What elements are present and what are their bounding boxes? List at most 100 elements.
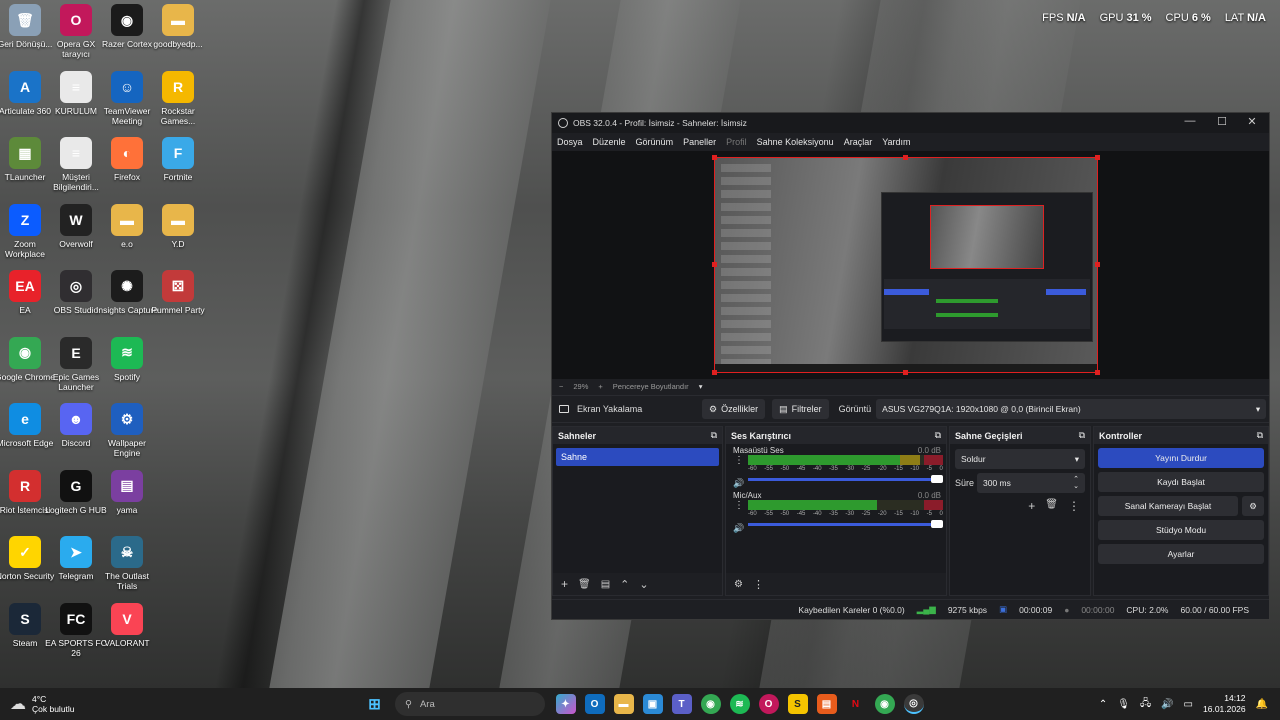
resize-handle[interactable] [1095, 155, 1100, 160]
settings-button[interactable]: Ayarlar [1098, 544, 1264, 564]
resize-handle[interactable] [712, 370, 717, 375]
speaker-icon[interactable]: 🔊 [733, 523, 744, 534]
studio-mode-button[interactable]: Stüdyo Modu [1098, 520, 1264, 540]
transition-select[interactable]: Soldur ▾ [955, 449, 1085, 469]
app-icon: ◐ [111, 137, 143, 169]
minimize-icon[interactable]: — [1175, 115, 1205, 131]
menu-view[interactable]: Görünüm [636, 137, 674, 147]
desktop-shortcut[interactable]: ⚙ Wallpaper Engine [96, 403, 158, 458]
more-options-icon[interactable]: ⋮ [734, 500, 744, 511]
undock-icon[interactable]: ⧉ [1257, 430, 1263, 441]
obs-studio-icon[interactable]: ◎ [903, 694, 924, 714]
preview-canvas[interactable] [552, 151, 1269, 379]
resize-handle[interactable] [712, 262, 717, 267]
menu-docks[interactable]: Paneller [683, 137, 716, 147]
trash-icon[interactable]: 🗑 [1045, 499, 1058, 513]
duration-spinbox[interactable]: 300 ms ⌃ ⌄ [977, 473, 1085, 493]
desktop-shortcut[interactable]: ☠ The Outlast Trials [96, 536, 158, 591]
desktop-shortcut[interactable]: R Rockstar Games... [147, 70, 209, 126]
display-select[interactable]: ASUS VG279Q1A: 1920x1080 @ 0,0 (Birincil… [876, 399, 1267, 419]
undock-icon[interactable]: ⧉ [1079, 430, 1085, 441]
chevron-up-icon[interactable]: ⌃ [1099, 699, 1107, 710]
meter-scale-tick: -15 [894, 466, 903, 472]
obs-title-bar[interactable]: OBS 32.0.4 - Profil: İsimsiz - Sahneler:… [552, 113, 1269, 133]
volume-slider-knob[interactable] [931, 475, 943, 483]
desktop-shortcut[interactable]: ⚄ Pummel Party [147, 270, 209, 315]
volume-slider[interactable] [748, 475, 943, 483]
obs-window[interactable]: OBS 32.0.4 - Profil: İsimsiz - Sahneler:… [551, 112, 1270, 620]
add-icon[interactable]: + [1028, 499, 1035, 513]
move-up-icon[interactable]: ⌃ [620, 578, 629, 591]
desktop-shortcut[interactable]: F Fortnite [147, 137, 209, 182]
desktop-shortcut[interactable]: ▬ Y.D [147, 203, 209, 249]
windows-start-icon[interactable]: ⊞ [365, 694, 385, 714]
meter-scale: -60 -55 -50 -45 -40 -35 -30 -25 -20 -15 -10 -5 0 [748, 466, 943, 472]
stop-stream-button[interactable]: Yayını Durdur [1098, 448, 1264, 468]
menu-tools[interactable]: Araçlar [844, 137, 873, 147]
resize-handle[interactable] [903, 370, 908, 375]
trash-icon[interactable]: 🗑 [578, 579, 591, 590]
volume-slider[interactable] [748, 520, 943, 528]
move-down-icon[interactable]: ⌄ [639, 578, 648, 591]
close-icon[interactable]: ✕ [1237, 115, 1267, 131]
microphone-icon[interactable]: 🎙 [1117, 699, 1130, 710]
more-options-icon[interactable]: ⋮ [734, 455, 744, 466]
maximize-icon[interactable]: ☐ [1207, 115, 1237, 131]
weather-widget[interactable]: ☁ 4°C Çok bulutlu [0, 694, 360, 714]
file-explorer-icon[interactable]: ▬ [613, 694, 634, 714]
resize-handle[interactable] [1095, 370, 1100, 375]
undock-icon[interactable]: ⧉ [935, 430, 941, 441]
menu-profile[interactable]: Profil [726, 137, 747, 147]
copilot-icon[interactable]: ✦ [555, 694, 576, 714]
clock[interactable]: 14:12 16.01.2026 [1203, 693, 1246, 715]
scene-item[interactable]: Sahne [556, 448, 719, 466]
fit-to-window-button[interactable]: Pencereye Boyutlandır [613, 382, 689, 391]
netflix-icon[interactable]: N [845, 694, 866, 714]
undock-icon[interactable]: ⧉ [711, 430, 717, 441]
menu-scene-collection[interactable]: Sahne Koleksiyonu [757, 137, 834, 147]
taskbar-search[interactable]: ⚲ Ara [395, 692, 545, 716]
scene-filters-icon[interactable]: ▤ [601, 579, 610, 590]
menu-file[interactable]: Dosya [557, 137, 583, 147]
menu-edit[interactable]: Düzenle [593, 137, 626, 147]
battery-icon[interactable]: ▭ [1184, 699, 1193, 710]
more-options-icon[interactable]: ⋮ [1068, 499, 1080, 513]
volume-icon[interactable]: 🔊 [1161, 699, 1173, 710]
chevron-down-icon[interactable]: ▾ [699, 382, 703, 391]
app-icon: ▤ [111, 469, 143, 502]
desktop-shortcut[interactable]: V VALORANT [96, 602, 158, 648]
add-icon[interactable]: + [561, 577, 568, 591]
start-recording-button[interactable]: Kaydı Başlat [1098, 472, 1264, 492]
zoom-in-button[interactable]: + [598, 382, 602, 391]
chrome-icon[interactable]: ◉ [700, 694, 721, 714]
resize-handle[interactable] [1095, 262, 1100, 267]
preview-screen-capture[interactable] [714, 157, 1098, 373]
microsoft-store-icon[interactable]: ▣ [642, 694, 663, 714]
gear-icon[interactable]: ⚙ [1242, 496, 1264, 516]
opera-gx-icon[interactable]: O [758, 694, 779, 714]
volume-slider-knob[interactable] [931, 520, 943, 528]
desktop-shortcut[interactable]: ▤ yama [96, 469, 158, 515]
resize-handle[interactable] [712, 155, 717, 160]
zoom-out-button[interactable]: − [559, 382, 563, 391]
more-options-icon[interactable]: ⋮ [753, 578, 764, 591]
start-virtual-camera-button[interactable]: Sanal Kamerayı Başlat [1098, 496, 1238, 516]
speaker-icon[interactable]: 🔊 [733, 478, 744, 489]
advanced-audio-icon[interactable]: ⚙ [734, 579, 743, 590]
sticky-notes-icon[interactable]: S [787, 694, 808, 714]
spotify-icon[interactable]: ≋ [729, 694, 750, 714]
app-icon: ☠ [111, 536, 143, 568]
outlook-icon[interactable]: O [584, 694, 605, 714]
properties-button[interactable]: ⚙ Özellikler [702, 399, 766, 419]
teams-icon[interactable]: T [671, 694, 692, 714]
menu-help[interactable]: Yardım [882, 137, 910, 147]
resize-handle[interactable] [903, 155, 908, 160]
meter-scale-tick: -10 [910, 466, 920, 472]
notifications-icon[interactable]: 🔔 [1256, 699, 1268, 710]
filters-button[interactable]: ▤ Filtreler [772, 399, 829, 419]
chrome-icon[interactable]: ◉ [874, 694, 895, 714]
desktop-shortcut[interactable]: ≋ Spotify [96, 336, 158, 382]
app-icon[interactable]: ▤ [816, 694, 837, 714]
desktop-shortcut[interactable]: ▬ goodbyedp... [147, 4, 209, 49]
network-icon[interactable]: 🖧 [1140, 696, 1151, 713]
